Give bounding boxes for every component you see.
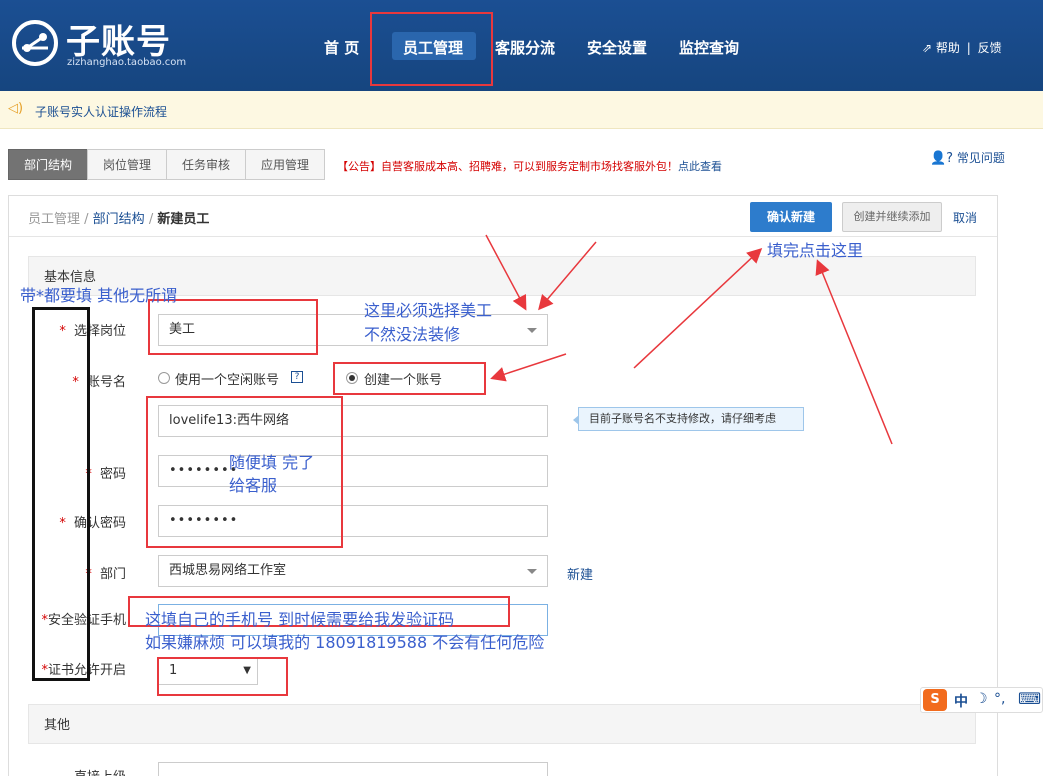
annotation-phone-note-1: 这填自己的手机号 到时候需要给我发验证码 (145, 610, 455, 629)
ime-toolbar[interactable]: S 中 ☽ °, ⌨ (920, 687, 1043, 713)
annotation-post-note-1: 这里必须选择美工 (364, 301, 493, 320)
annotation-click-note: 填完点击这里 (767, 241, 864, 260)
annotation-password-note-1: 随便填 完了 (229, 453, 315, 472)
keyboard-icon[interactable]: ⌨ (1018, 689, 1041, 708)
annotation-password-note-2: 给客服 (229, 476, 278, 495)
annotation-required-note: 带*都要填 其他无所谓 (20, 286, 178, 305)
sogou-logo-icon[interactable]: S (923, 689, 947, 711)
annotation-post-note-2: 不然没法装修 (364, 325, 461, 344)
ime-language[interactable]: 中 (954, 691, 968, 711)
moon-icon[interactable]: ☽ (975, 691, 988, 707)
punctuation-icon[interactable]: °, (994, 691, 1005, 707)
annotation-arrows (485, 234, 893, 445)
annotation-phone-note-2: 如果嫌麻烦 可以填我的 18091819588 不会有任何危险 (145, 633, 545, 652)
